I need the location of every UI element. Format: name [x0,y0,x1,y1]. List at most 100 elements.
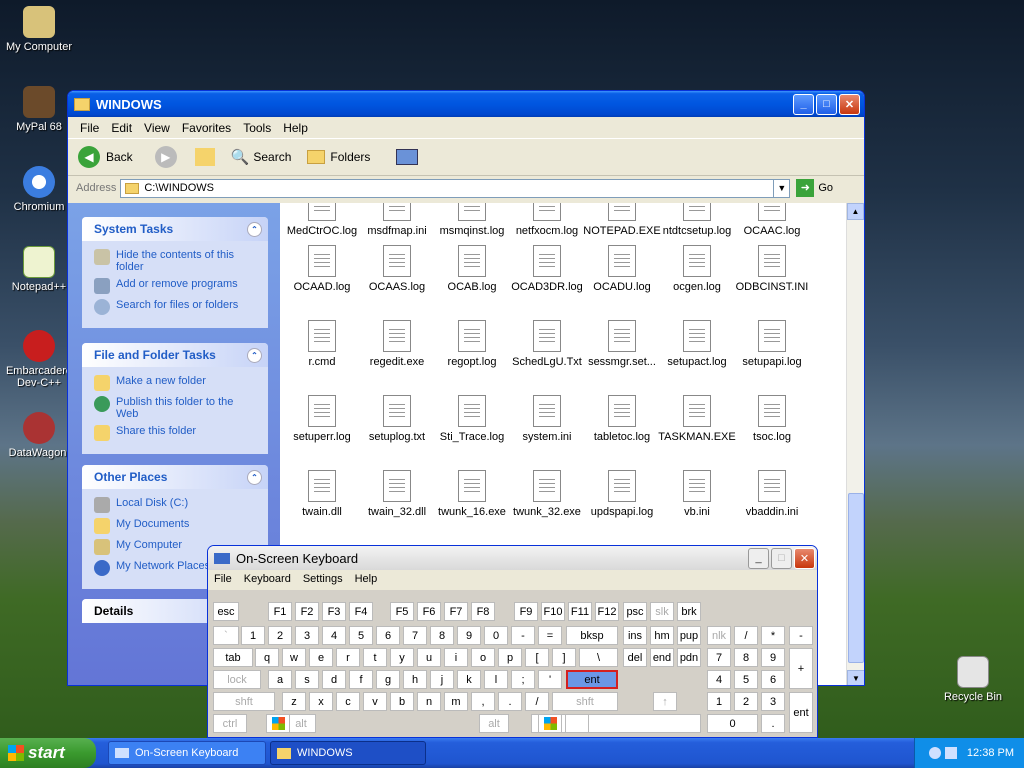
key-2-11[interactable]: [ [525,648,549,667]
taskbar-button-osk[interactable]: On-Screen Keyboard [108,741,266,765]
file-item[interactable]: TASKMAN.EXE [658,395,736,443]
key-2-20[interactable]: + [789,648,813,689]
key-2-2[interactable]: w [282,648,306,667]
osk-menu-help[interactable]: Help [349,573,384,585]
key-2-18[interactable]: 8 [734,648,758,667]
key-0-1[interactable]: F1 [268,602,292,621]
key-2-17[interactable]: 7 [707,648,731,667]
key-0-14[interactable]: slk [650,602,674,621]
key-4-12[interactable]: ↑ [653,692,677,711]
scroll-down-button[interactable]: ▼ [847,670,864,685]
file-item[interactable]: system.ini [508,395,586,443]
key-2-5[interactable]: t [363,648,387,667]
file-item[interactable]: vbaddin.ini [733,470,811,518]
key-1-14[interactable]: ins [623,626,647,645]
file-item[interactable]: SchedLgU.Txt [508,320,586,368]
windows-logo-icon[interactable] [266,714,290,733]
key-1-9[interactable]: 9 [457,626,481,645]
key-0-8[interactable]: F8 [471,602,495,621]
file-item[interactable]: sessmgr.set... [583,320,661,368]
osk-maximize-button[interactable]: □ [771,547,792,569]
task-search-files[interactable]: Search for files or folders [94,299,258,315]
key-0-9[interactable]: F9 [514,602,538,621]
file-item[interactable]: msmqinst.log [433,203,511,237]
file-item[interactable]: NOTEPAD.EXE [583,203,661,237]
key-3-1[interactable]: a [268,670,292,689]
key-1-5[interactable]: 5 [349,626,373,645]
desktop-icon-my-computer[interactable]: My Computer [0,6,78,53]
key-0-3[interactable]: F3 [322,602,346,621]
menu-key-icon[interactable] [565,714,589,733]
file-item[interactable]: twunk_32.exe [508,470,586,518]
key-3-11[interactable]: ' [538,670,562,689]
file-item[interactable]: OCAAS.log [358,245,436,293]
minimize-button[interactable]: _ [793,93,814,115]
file-item[interactable]: Sti_Trace.log [433,395,511,443]
go-arrow-icon[interactable]: ➜ [796,179,815,197]
key-1-4[interactable]: 4 [322,626,346,645]
menu-view[interactable]: View [138,121,176,135]
key-1-8[interactable]: 8 [430,626,454,645]
key-3-6[interactable]: h [403,670,427,689]
place-my-documents[interactable]: My Documents [94,518,258,534]
key-4-2[interactable]: x [309,692,333,711]
file-item[interactable]: vb.ini [658,470,736,518]
key-1-17[interactable]: nlk [707,626,731,645]
key-4-16[interactable]: ent [789,692,813,733]
key-2-8[interactable]: i [444,648,468,667]
windows-logo-icon[interactable] [538,714,562,733]
key-4-4[interactable]: v [363,692,387,711]
key-3-0[interactable]: lock [213,670,261,689]
close-button[interactable]: ✕ [839,93,860,115]
key-4-13[interactable]: 1 [707,692,731,711]
key-5-1[interactable]: alt [286,714,316,733]
key-1-13[interactable]: bksp [566,626,618,645]
go-button[interactable]: Go [818,182,833,194]
key-4-10[interactable]: / [525,692,549,711]
file-folder-tasks-header[interactable]: File and Folder Tasks ⌃ [82,343,268,367]
key-1-6[interactable]: 6 [376,626,400,645]
key-4-5[interactable]: b [390,692,414,711]
file-item[interactable]: setuplog.txt [358,395,436,443]
file-item[interactable]: OCAAD.log [283,245,361,293]
key-3-7[interactable]: j [430,670,454,689]
key-0-2[interactable]: F2 [295,602,319,621]
key-5-2[interactable]: alt [479,714,509,733]
up-folder-icon[interactable] [194,148,215,166]
osk-menu-keyboard[interactable]: Keyboard [238,573,297,585]
search-button[interactable]: Search [253,150,291,164]
address-input[interactable]: C:\WINDOWS ▼ [120,178,791,198]
scroll-up-button[interactable]: ▲ [847,203,864,220]
key-1-18[interactable]: / [734,626,758,645]
key-4-15[interactable]: 3 [761,692,785,711]
key-3-8[interactable]: k [457,670,481,689]
system-tasks-header[interactable]: System Tasks ⌃ [82,217,268,241]
osk-menu-settings[interactable]: Settings [297,573,349,585]
key-3-3[interactable]: d [322,670,346,689]
key-0-10[interactable]: F10 [541,602,565,621]
key-3-14[interactable]: 5 [734,670,758,689]
key-4-3[interactable]: c [336,692,360,711]
file-item[interactable]: twain.dll [283,470,361,518]
menu-edit[interactable]: Edit [105,121,138,135]
menu-file[interactable]: File [68,121,105,135]
key-2-19[interactable]: 9 [761,648,785,667]
key-2-0[interactable]: tab [213,648,253,667]
maximize-button[interactable]: □ [816,93,837,115]
key-1-11[interactable]: - [511,626,535,645]
file-item[interactable]: twunk_16.exe [433,470,511,518]
key-2-6[interactable]: y [390,648,414,667]
key-0-11[interactable]: F11 [568,602,592,621]
key-0-6[interactable]: F6 [417,602,441,621]
key-0-13[interactable]: psc [623,602,647,621]
key-2-3[interactable]: e [309,648,333,667]
key-2-10[interactable]: p [498,648,522,667]
chevron-up-icon[interactable]: ⌃ [247,221,262,237]
taskbar-button-windows[interactable]: WINDOWS [270,741,426,765]
menu-help[interactable]: Help [277,121,314,135]
key-0-15[interactable]: brk [677,602,701,621]
key-2-1[interactable]: q [255,648,279,667]
file-item[interactable]: msdfmap.ini [358,203,436,237]
key-2-9[interactable]: o [471,648,495,667]
key-2-15[interactable]: end [650,648,674,667]
